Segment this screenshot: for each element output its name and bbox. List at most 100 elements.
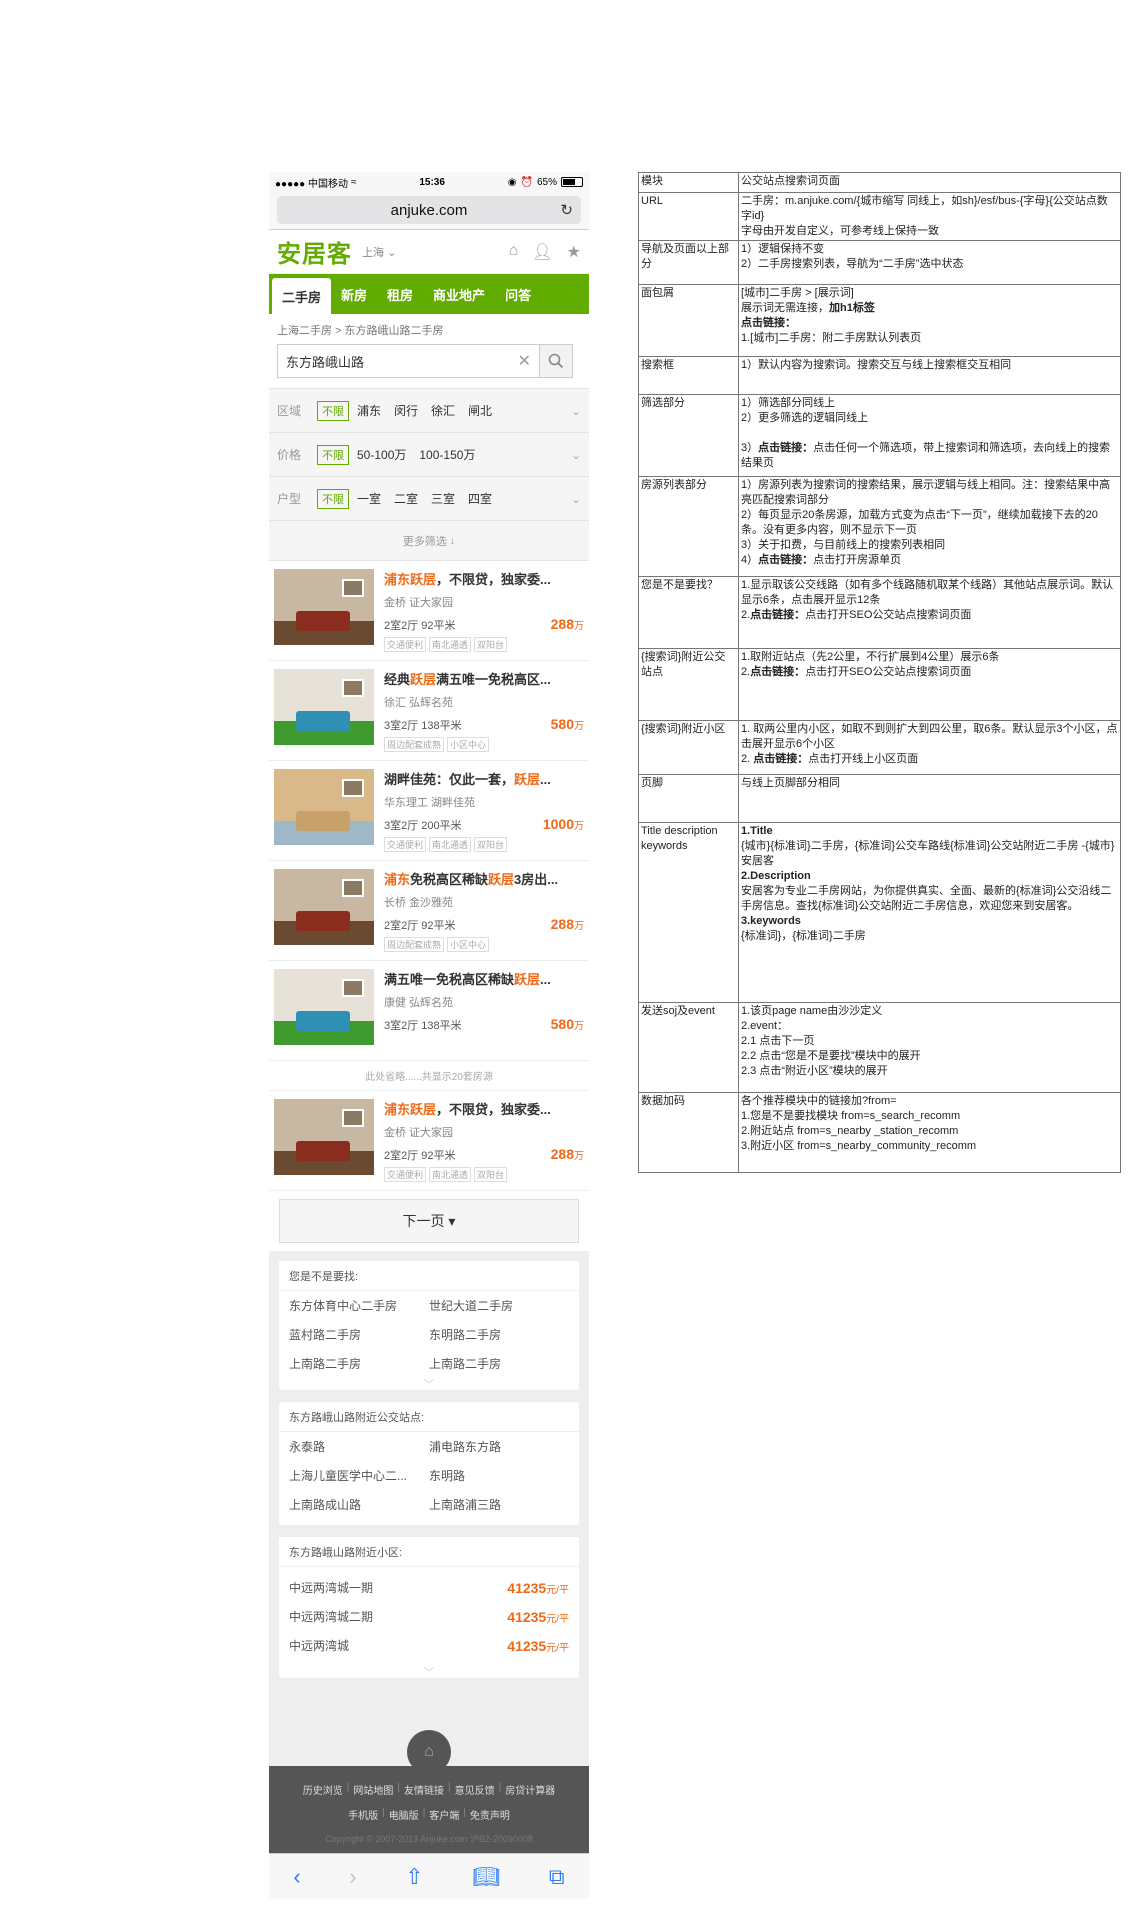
city-selector[interactable]: 上海 ⌄ — [362, 244, 396, 260]
rec-link[interactable]: 永泰路 — [289, 1438, 429, 1455]
rec-link[interactable]: 上南路二手房 — [289, 1355, 429, 1372]
bookmarks-icon[interactable]: 📖︎ — [472, 1864, 500, 1890]
listing-title[interactable]: 浦东跃层，不限贷，独家委... — [384, 569, 584, 588]
filter-option[interactable]: 浦东 — [357, 402, 381, 419]
forward-icon[interactable]: › — [349, 1864, 356, 1890]
rec-link[interactable]: 世纪大道二手房 — [429, 1297, 569, 1314]
share-icon[interactable]: ⇧ — [405, 1864, 423, 1890]
photo-frame — [342, 779, 364, 797]
community-row[interactable]: 中远两湾城二期 41235元/平 — [289, 1602, 569, 1631]
footer-link[interactable]: 电脑版 — [389, 1807, 419, 1822]
listing-photo[interactable] — [274, 869, 374, 945]
spec-line: 1）筛选部分同线上 — [741, 397, 836, 409]
filter-option[interactable]: 徐汇 — [431, 402, 455, 419]
listing-title[interactable]: 浦东跃层，不限贷，独家委... — [384, 1099, 584, 1118]
listing-title[interactable]: 湖畔佳苑：仅此一套，跃层... — [384, 769, 584, 788]
status-time: 15:36 — [419, 176, 445, 188]
spec-key: Title description keywords — [638, 822, 739, 1003]
listing-title[interactable]: 满五唯一免税高区稀缺跃层... — [384, 969, 584, 988]
rec-link[interactable]: 东明路二手房 — [429, 1326, 569, 1343]
rec-link[interactable]: 上海儿童医学中心二... — [289, 1467, 429, 1484]
listing-community: 康健 弘辉名苑 — [384, 997, 454, 1009]
footer-link[interactable]: 网站地图 — [353, 1782, 393, 1797]
chevron-down-icon[interactable]: ⌄ — [571, 492, 581, 506]
star-icon[interactable]: ★ — [567, 242, 581, 262]
spec-line: 2.点击链接：点击打开SEO公交站点搜索词页面 — [741, 608, 1118, 623]
next-page-button[interactable]: 下一页 ▾ — [279, 1199, 579, 1243]
rec-link[interactable]: 上南路二手房 — [429, 1355, 569, 1372]
expand-chevron-icon[interactable]: ﹀ — [279, 1664, 579, 1679]
rec-link[interactable]: 上南路浦三路 — [429, 1496, 569, 1513]
spec-line: 1）逻辑保持不变 — [741, 243, 825, 255]
anjuke-logo[interactable]: 安居客 — [277, 234, 352, 269]
footer-link[interactable]: 手机版 — [348, 1807, 378, 1822]
spec-key: 搜索框 — [638, 356, 739, 395]
filter-option-all[interactable]: 不限 — [317, 488, 349, 509]
listing-item[interactable]: 浦东免税高区稀缺跃层3房出... 长桥 金沙雅苑 2室2厅 92平米 288 万周边配套… — [269, 861, 589, 961]
rec-link[interactable]: 东方体育中心二手房 — [289, 1297, 429, 1314]
listing-photo[interactable] — [274, 669, 374, 745]
nav-tab[interactable]: 租房 — [377, 274, 423, 314]
filter-option[interactable]: 二室 — [394, 490, 418, 507]
user-icon[interactable]: 👤︎ — [532, 242, 552, 262]
filter-option[interactable]: 50-100万 — [357, 446, 406, 463]
rec-link[interactable]: 蓝村路二手房 — [289, 1326, 429, 1343]
listing-photo[interactable] — [274, 569, 374, 645]
footer-link[interactable]: 免责声明 — [470, 1807, 510, 1822]
rec-link[interactable]: 浦电路东方路 — [429, 1438, 569, 1455]
spec-text: 3） — [741, 442, 759, 454]
listing-item[interactable]: 湖畔佳苑：仅此一套，跃层... 华东理工 湖畔佳苑 3室2厅 200平米 1000 万交… — [269, 761, 589, 861]
home-icon[interactable]: ⌂ — [509, 242, 519, 262]
nav-tab[interactable]: 二手房 — [272, 278, 332, 314]
filter-option[interactable]: 闸北 — [468, 402, 492, 419]
clear-icon[interactable]: ✕ — [518, 351, 531, 371]
listing-tags: 周边配套成熟 小区中心 — [384, 937, 584, 952]
nav-tab[interactable]: 问答 — [495, 274, 541, 314]
nav-tab[interactable]: 新房 — [331, 274, 377, 314]
filter-option-all[interactable]: 不限 — [317, 400, 349, 421]
filter-option[interactable]: 一室 — [357, 490, 381, 507]
footer-link[interactable]: 友情链接 — [404, 1782, 444, 1797]
tabs-icon[interactable]: ⧉ — [549, 1864, 565, 1890]
listing-title[interactable]: 浦东免税高区稀缺跃层3房出... — [384, 869, 584, 888]
filter-option[interactable]: 100-150万 — [419, 446, 475, 463]
spec-text: 2. — [741, 609, 751, 621]
rec-link[interactable]: 东明路 — [429, 1467, 569, 1484]
filter-option-all[interactable]: 不限 — [317, 444, 349, 465]
reload-icon[interactable]: ↻ — [560, 201, 573, 219]
filter-option[interactable]: 四室 — [468, 490, 492, 507]
spec-value: 1.取附近站点（先2公里，不行扩展到4公里）展示6条 2.点击链接：点击打开SEO… — [738, 648, 1121, 721]
more-filters-button[interactable]: 更多筛选 ↓ — [269, 521, 589, 561]
home-icon[interactable]: ⌂ — [407, 1730, 451, 1774]
footer-link[interactable]: 客户端 — [429, 1807, 459, 1822]
listing-specs: 2室2厅 92平米 288 万 — [384, 616, 584, 633]
search-input[interactable]: 东方路峨山路 ✕ — [277, 344, 539, 378]
community-row[interactable]: 中远两湾城 41235元/平 — [289, 1631, 569, 1660]
listing-info: 满五唯一免税高区稀缺跃层... 康健 弘辉名苑 3室2厅 138平米 580 万 — [374, 969, 584, 1052]
listing-photo[interactable] — [274, 969, 374, 1045]
rec-link[interactable]: 上南路成山路 — [289, 1496, 429, 1513]
listing-photo[interactable] — [274, 1099, 374, 1175]
expand-chevron-icon[interactable]: ﹀ — [279, 1376, 579, 1391]
community-row[interactable]: 中远两湾城一期 41235元/平 — [289, 1573, 569, 1602]
search-button[interactable] — [539, 344, 573, 378]
footer-separator: | — [382, 1807, 385, 1818]
nav-tab[interactable]: 商业地产 — [423, 274, 495, 314]
footer-link[interactable]: 历史浏览 — [303, 1782, 343, 1797]
footer-link[interactable]: 房贷计算器 — [505, 1782, 555, 1797]
chevron-down-icon[interactable]: ⌄ — [571, 404, 581, 418]
spec-line: 3.附近小区 from=s_nearby_community_recomm — [741, 1140, 977, 1152]
filter-option[interactable]: 闵行 — [394, 402, 418, 419]
listing-title[interactable]: 经典跃层满五唯一免税高区... — [384, 669, 584, 688]
back-icon[interactable]: ‹ — [293, 1864, 300, 1890]
listing-item[interactable]: 浦东跃层，不限贷，独家委... 金桥 证大家园 2室2厅 92平米 288 万交通便利南… — [269, 561, 589, 661]
title-text: 3房出... — [514, 872, 559, 887]
chevron-down-icon[interactable]: ⌄ — [571, 448, 581, 462]
footer-link[interactable]: 意见反馈 — [455, 1782, 495, 1797]
filter-option[interactable]: 三室 — [431, 490, 455, 507]
listing-item[interactable]: 满五唯一免税高区稀缺跃层... 康健 弘辉名苑 3室2厅 138平米 580 万 — [269, 961, 589, 1061]
address-field[interactable]: anjuke.com ↻ — [277, 196, 581, 224]
listing-photo[interactable] — [274, 769, 374, 845]
listing-item[interactable]: 浦东跃层，不限贷，独家委... 金桥 证大家园 2室2厅 92平米 288 万交通便利南… — [269, 1091, 589, 1191]
listing-item[interactable]: 经典跃层满五唯一免税高区... 徐汇 弘辉名苑 3室2厅 138平米 580 万周边配套… — [269, 661, 589, 761]
